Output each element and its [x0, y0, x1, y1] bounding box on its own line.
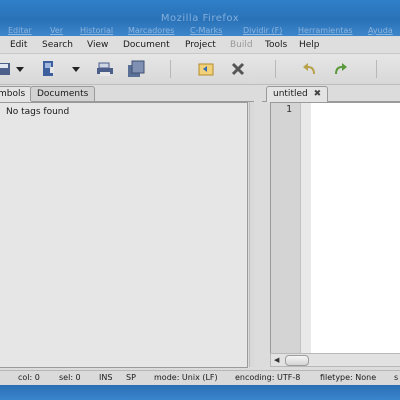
- close-tab-icon[interactable]: ✖: [314, 89, 322, 99]
- revert-button[interactable]: [196, 59, 216, 79]
- toolbar-separator: [275, 60, 276, 78]
- menu-project[interactable]: Project: [185, 40, 216, 50]
- background-menu-item: C-Marks: [190, 26, 223, 35]
- background-menu-item: Dividir (F): [243, 26, 283, 35]
- editor-horizontal-scrollbar[interactable]: ◀: [270, 353, 400, 367]
- editor-pane: untitled ✖ 1 ◀: [262, 85, 400, 369]
- open-button[interactable]: [38, 59, 58, 79]
- pane-divider[interactable]: [254, 85, 262, 369]
- open-dropdown-button[interactable]: [66, 59, 86, 79]
- tab-documents[interactable]: Documents: [30, 86, 96, 101]
- line-number: 1: [286, 104, 293, 115]
- sidebar: Symbols Documents No tags found: [0, 85, 255, 369]
- menu-help[interactable]: Help: [299, 40, 320, 50]
- window-title: Mozilla Firefox: [160, 13, 240, 24]
- dropdown-arrow-icon: [16, 67, 24, 72]
- save-dropdown-button[interactable]: [10, 59, 30, 79]
- open-file-icon: [43, 61, 54, 76]
- background-menu-item: Editar: [8, 26, 32, 35]
- sidebar-tabstrip: Symbols Documents: [0, 85, 254, 102]
- save-all-icon: [128, 60, 145, 77]
- status-ins: INS: [99, 373, 113, 382]
- window-titlebar: Mozilla Firefox Editar Ver Historial Mar…: [0, 0, 400, 36]
- redo-icon: [335, 63, 347, 74]
- print-button[interactable]: [95, 59, 115, 79]
- tab-documents-label: Documents: [37, 89, 89, 99]
- tab-untitled-label: untitled: [273, 89, 308, 99]
- scroll-thumb[interactable]: [285, 355, 309, 366]
- editor-text-area[interactable]: 1: [270, 102, 400, 354]
- editor-tabstrip: untitled ✖: [262, 85, 400, 102]
- close-button[interactable]: [228, 59, 248, 79]
- menu-document[interactable]: Document: [123, 40, 170, 50]
- toolbar-separator: [170, 60, 171, 78]
- statusbar: col: 0 sel: 0 INS SP mode: Unix (LF) enc…: [0, 370, 400, 385]
- tab-symbols-label: Symbols: [0, 89, 26, 99]
- status-scope: s: [394, 373, 399, 382]
- tab-untitled[interactable]: untitled ✖: [266, 86, 329, 102]
- background-menu-item: Marcadores: [128, 26, 175, 35]
- toolbar-separator: [376, 60, 377, 78]
- status-filetype: filetype: None: [320, 373, 377, 382]
- background-menu-item: Historial: [80, 26, 114, 35]
- revert-icon: [198, 63, 214, 76]
- background-menu-item: Ver: [50, 26, 64, 35]
- window-bottom-frame: [0, 385, 400, 400]
- menu-search[interactable]: Search: [42, 40, 73, 50]
- fold-margin: [301, 103, 311, 353]
- status-mode: mode: Unix (LF): [154, 373, 218, 382]
- menu-view[interactable]: View: [87, 40, 108, 50]
- scroll-left-arrow-icon[interactable]: ◀: [274, 356, 279, 364]
- close-icon: [231, 62, 245, 76]
- menu-tools[interactable]: Tools: [265, 40, 287, 50]
- tab-symbols[interactable]: Symbols: [0, 86, 32, 102]
- status-col: col: 0: [18, 373, 40, 382]
- background-menu-item: Herramientas: [298, 26, 353, 35]
- menu-build[interactable]: Build: [230, 40, 253, 50]
- menu-edit[interactable]: Edit: [10, 40, 27, 50]
- status-encoding: encoding: UTF-8: [235, 373, 301, 382]
- menubar: Edit Search View Document Project Build …: [0, 37, 400, 54]
- background-menu: Editar Ver Historial Marcadores C-Marks …: [0, 26, 400, 36]
- line-number-gutter: 1: [271, 103, 301, 353]
- status-sp: SP: [126, 373, 136, 382]
- status-sel: sel: 0: [59, 373, 81, 382]
- redo-button[interactable]: [330, 59, 350, 79]
- undo-icon: [303, 63, 315, 74]
- empty-message: No tags found: [6, 107, 70, 117]
- save-all-button[interactable]: [126, 59, 146, 79]
- background-menu-item: Ayuda: [368, 26, 393, 35]
- dropdown-arrow-icon: [72, 67, 80, 72]
- symbols-panel: No tags found: [0, 102, 248, 368]
- undo-button[interactable]: [300, 59, 320, 79]
- toolbar: [0, 54, 400, 85]
- print-icon: [97, 62, 113, 76]
